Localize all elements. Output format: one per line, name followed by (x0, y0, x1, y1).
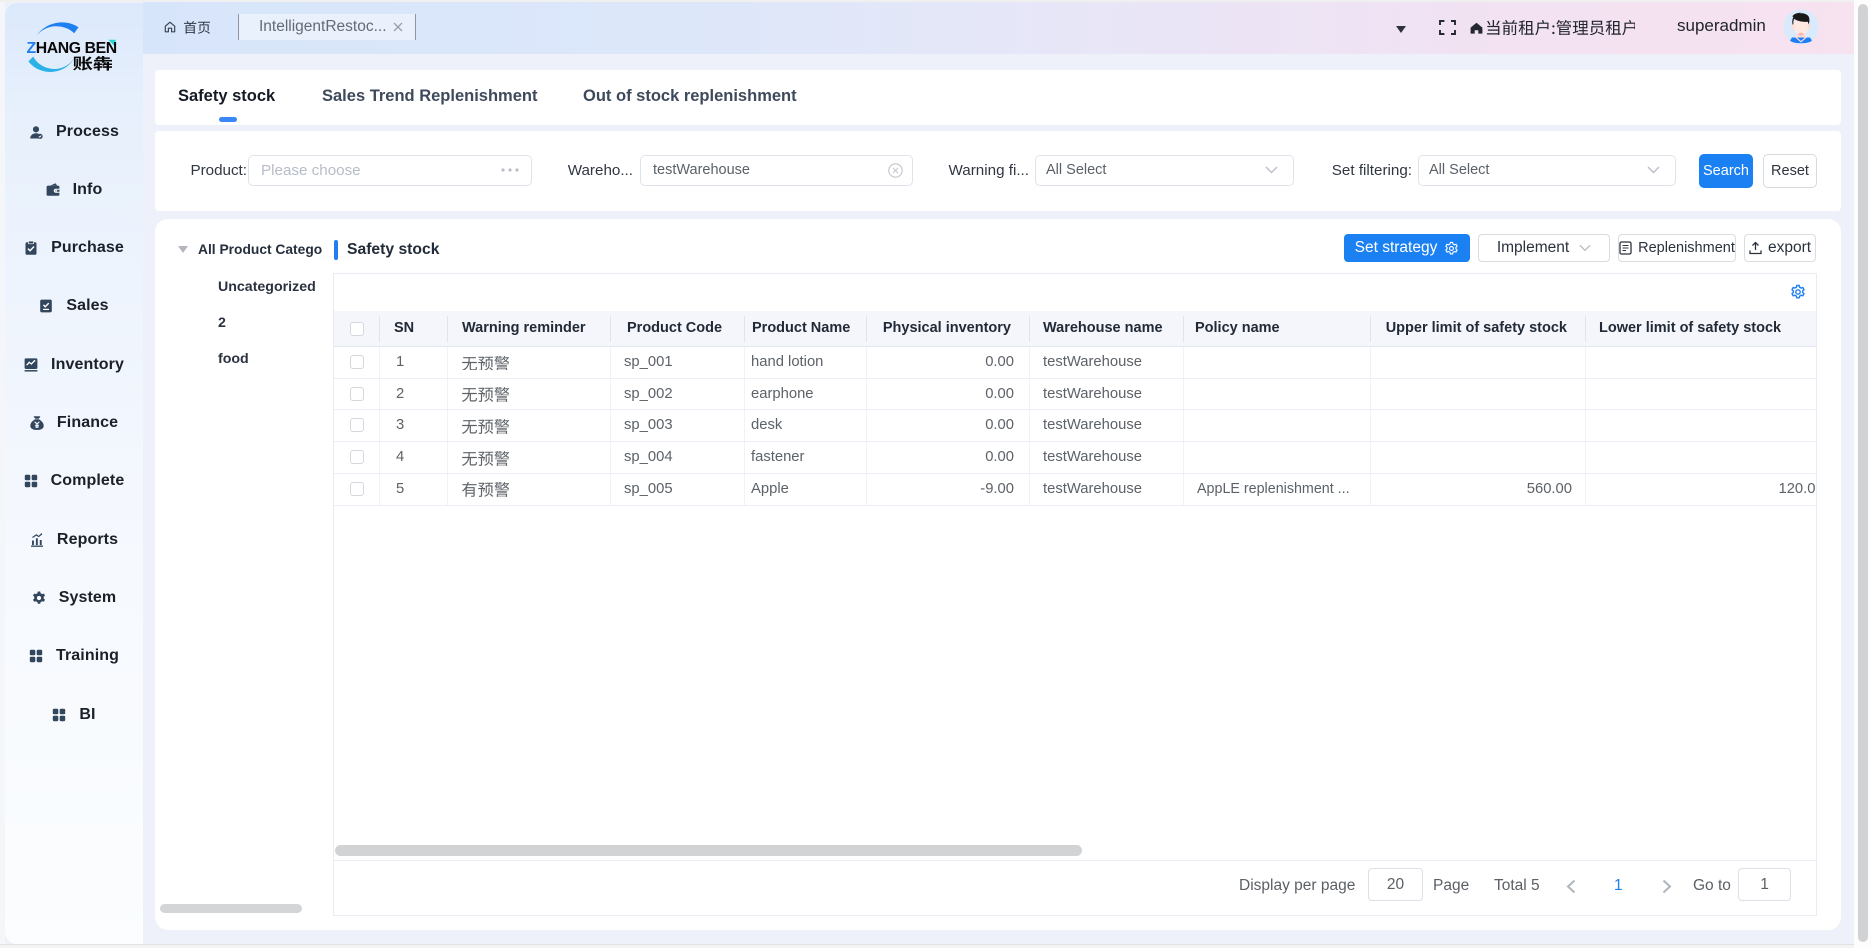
svg-text:ZHANG BEN: ZHANG BEN (27, 40, 117, 57)
